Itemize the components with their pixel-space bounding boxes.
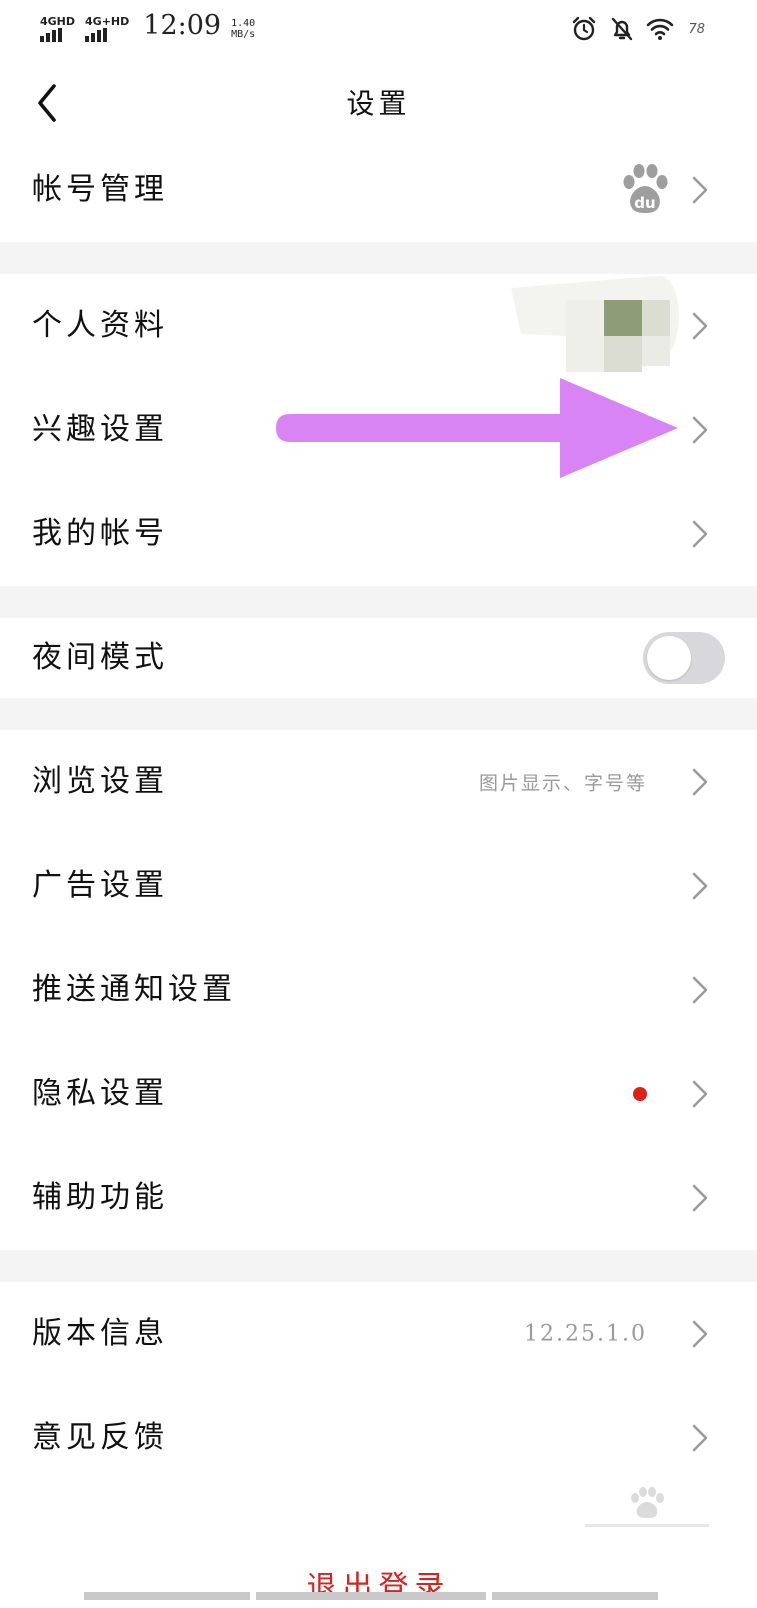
avatar — [511, 276, 679, 372]
my-account-label: 我的帐号 — [32, 516, 168, 551]
accessibility-row[interactable]: 辅助功能 — [0, 1146, 757, 1250]
my-account-row[interactable]: 我的帐号 — [0, 482, 757, 586]
bottom-bar-segment — [256, 1592, 486, 1600]
notification-dot — [633, 1087, 647, 1101]
bottom-bar-segment — [492, 1592, 658, 1600]
signal-1-label: 4GHD — [40, 15, 76, 28]
version-info-row[interactable]: 版本信息 12.25.1.0 — [0, 1282, 757, 1386]
annotation-arrow-icon — [276, 378, 678, 478]
privacy-settings-row[interactable]: 隐私设置 — [0, 1042, 757, 1146]
status-bar: 4GHD 4G+HD 12:09 1.40 MB/s 78 — [0, 0, 757, 56]
feedback-row[interactable]: 意见反馈 — [0, 1386, 757, 1490]
status-right: 78 — [570, 12, 705, 46]
chevron-right-icon — [692, 176, 708, 204]
signal-2-label: 4G+HD — [85, 15, 130, 28]
signal-bars-icon — [40, 28, 62, 42]
nav-bar: 设置 — [0, 58, 757, 148]
chevron-right-icon — [692, 1320, 708, 1348]
version-info-label: 版本信息 — [32, 1316, 168, 1351]
push-settings-row[interactable]: 推送通知设置 — [0, 938, 757, 1042]
speed-unit: MB/s — [231, 29, 256, 40]
signal-1: 4GHD — [40, 16, 75, 42]
night-mode-row: 夜间模式 — [0, 618, 757, 698]
night-mode-toggle[interactable] — [643, 632, 725, 684]
chevron-right-icon — [692, 1424, 708, 1452]
feedback-label: 意见反馈 — [32, 1420, 168, 1455]
signal-2: 4G+HD — [85, 16, 129, 42]
section-gap — [0, 1250, 757, 1282]
chevron-right-icon — [692, 872, 708, 900]
browse-settings-row[interactable]: 浏览设置 图片显示、字号等 — [0, 730, 757, 834]
account-management-row[interactable]: 帐号管理 du — [0, 138, 757, 242]
ad-settings-label: 广告设置 — [32, 868, 168, 903]
bell-off-icon — [612, 17, 633, 41]
baidu-watermark-icon — [585, 1487, 709, 1527]
push-settings-label: 推送通知设置 — [32, 972, 236, 1007]
section-gap — [0, 586, 757, 618]
chevron-right-icon — [692, 520, 708, 548]
network-speed: 1.40 MB/s — [231, 18, 255, 40]
night-mode-label: 夜间模式 — [32, 640, 168, 675]
bottom-bar-segment — [84, 1592, 250, 1600]
page-title: 设置 — [346, 87, 411, 120]
chevron-right-icon — [692, 768, 708, 796]
browse-settings-label: 浏览设置 — [32, 764, 168, 799]
status-left: 4GHD 4G+HD 12:09 1.40 MB/s — [40, 10, 255, 42]
chevron-right-icon — [692, 1184, 708, 1212]
section-gap — [0, 698, 757, 730]
wifi-icon — [647, 18, 674, 40]
version-number: 12.25.1.0 — [524, 1321, 647, 1347]
logout-button[interactable]: 退出登录 — [0, 1568, 757, 1608]
battery-level: 78 — [688, 21, 705, 37]
accessibility-label: 辅助功能 — [32, 1180, 168, 1215]
chevron-right-icon — [692, 976, 708, 1004]
svg-text:du: du — [634, 194, 655, 212]
speed-value: 1.40 — [231, 18, 256, 29]
chevron-right-icon — [692, 312, 708, 340]
account-management-label: 帐号管理 — [32, 172, 168, 207]
section-gap — [0, 242, 757, 274]
toggle-knob — [647, 636, 691, 680]
ad-settings-row[interactable]: 广告设置 — [0, 834, 757, 938]
personal-info-row[interactable]: 个人资料 — [0, 274, 757, 378]
browse-settings-hint: 图片显示、字号等 — [478, 772, 647, 795]
personal-info-label: 个人资料 — [32, 308, 168, 343]
baidu-paw-icon: du — [623, 164, 668, 213]
interest-settings-label: 兴趣设置 — [32, 412, 168, 447]
privacy-settings-label: 隐私设置 — [32, 1076, 168, 1111]
signal-bars-icon — [85, 28, 108, 42]
status-time: 12:09 — [143, 10, 222, 41]
alarm-clock-icon — [573, 16, 596, 41]
chevron-right-icon — [692, 1080, 708, 1108]
chevron-right-icon — [692, 416, 708, 444]
